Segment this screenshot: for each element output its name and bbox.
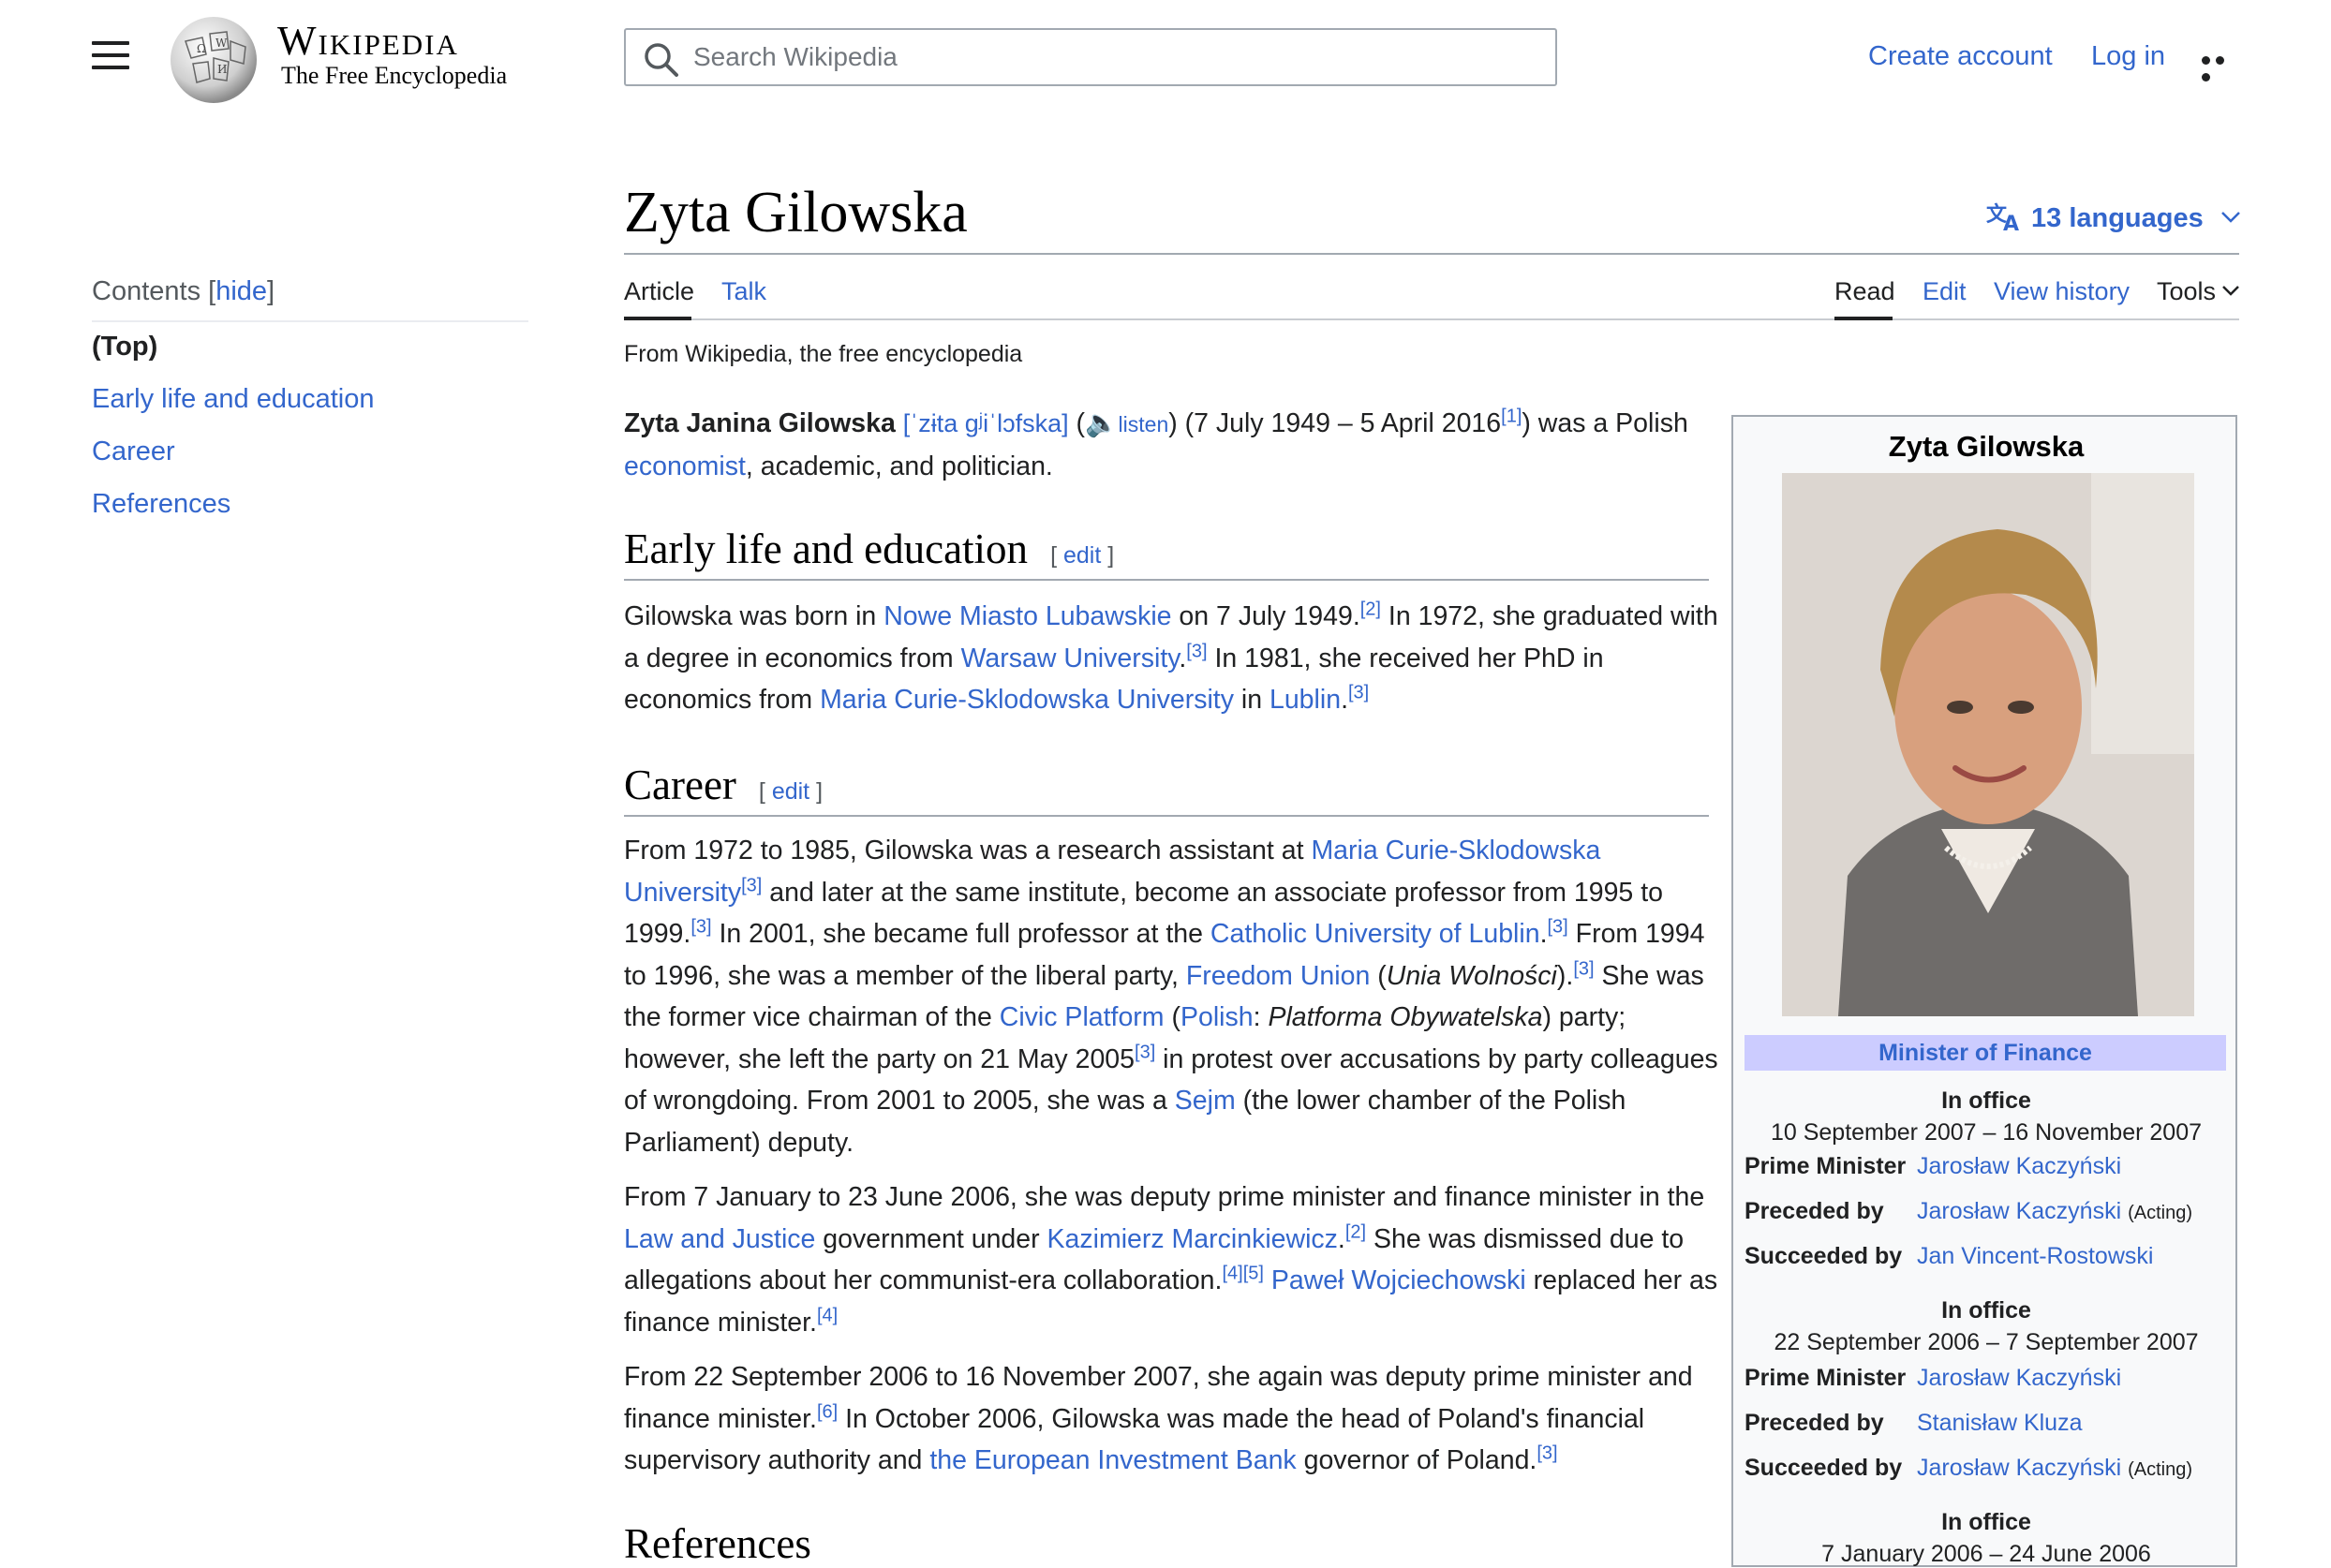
- in-office-label: In office: [1941, 1087, 2031, 1114]
- wikipedia-tagline: The Free Encyclopedia: [281, 62, 508, 89]
- in-office-label: In office: [1941, 1509, 2031, 1535]
- preceded-note: (Acting): [2128, 1203, 2192, 1223]
- preceded-label: Preceded by: [1745, 1410, 1884, 1436]
- section-divider: [624, 579, 1709, 581]
- title-divider: [624, 253, 2239, 255]
- toc-item-early-life[interactable]: Early life and education: [92, 384, 374, 415]
- toc-heading: Contents [hide]: [92, 276, 275, 306]
- pm-link[interactable]: Jarosław Kaczyński: [1917, 1153, 2121, 1180]
- search-input[interactable]: [693, 37, 1518, 77]
- preceded-label: Preceded by: [1745, 1198, 1884, 1224]
- tab-read-underline: [1834, 317, 1893, 320]
- mcsu-link[interactable]: Maria Curie-Sklodowska University: [820, 685, 1234, 715]
- wojciechowski-link[interactable]: Paweł Wojciechowski: [1271, 1265, 1526, 1295]
- section-title: Career: [624, 762, 736, 808]
- preceded-value: Jarosław Kaczyński (Acting): [1917, 1198, 2192, 1225]
- ipa-link[interactable]: [ˈzɨta ɡʲiˈlɔfska]: [903, 409, 1069, 437]
- succeeded-label: Succeeded by: [1745, 1455, 1903, 1481]
- svg-text:A: A: [2003, 213, 2019, 232]
- succeeded-label: Succeeded by: [1745, 1243, 1903, 1269]
- in-office-label: In office: [1941, 1297, 2031, 1324]
- translate-icon: 文 A: [1986, 202, 2019, 236]
- toc-title: Contents: [92, 276, 201, 306]
- infobox-title: Zyta Gilowska: [1888, 430, 2085, 463]
- section-edit-link[interactable]: edit: [1063, 542, 1101, 569]
- svg-text:И: И: [217, 63, 227, 76]
- toc-item-references[interactable]: References: [92, 489, 230, 520]
- lead-paragraph: Zyta Janina Gilowska [ˈzɨta ɡʲiˈlɔfska] …: [624, 406, 1688, 481]
- speaker-icon[interactable]: 🔈: [1085, 408, 1119, 438]
- tab-article-underline: [624, 317, 691, 320]
- page-title: Zyta Gilowska: [624, 181, 968, 244]
- marcinkiewicz-link[interactable]: Kazimierz Marcinkiewicz: [1047, 1224, 1338, 1254]
- succeeded-link[interactable]: Jan Vincent-Rostowski: [1917, 1243, 2153, 1270]
- toc-item-career[interactable]: Career: [92, 436, 175, 467]
- chevron-down-icon: [2220, 212, 2240, 223]
- polish-link[interactable]: Polish: [1180, 1002, 1254, 1032]
- toc-item-top[interactable]: (Top): [92, 332, 157, 362]
- pm-link[interactable]: Jarosław Kaczyński: [1917, 1365, 2121, 1392]
- section-title: Early life and education: [624, 525, 1029, 572]
- career-paragraph-2: From 7 January to 23 June 2006, she was …: [624, 1182, 1718, 1338]
- preceded-link[interactable]: Stanisław Kluza: [1917, 1410, 2082, 1437]
- law-and-justice-link[interactable]: Law and Justice: [624, 1224, 815, 1254]
- svg-text:W: W: [215, 37, 228, 50]
- tab-read[interactable]: Read: [1834, 277, 1895, 306]
- section-divider: [624, 815, 1709, 817]
- wikipedia-wordmark[interactable]: Wikipedia: [277, 17, 459, 65]
- chevron-down-icon: [2222, 286, 2239, 296]
- languages-label: 13 languages: [2031, 203, 2204, 233]
- succeeded-note: (Acting): [2128, 1459, 2192, 1480]
- eib-link[interactable]: the European Investment Bank: [929, 1445, 1296, 1475]
- tab-edit[interactable]: Edit: [1923, 277, 1967, 306]
- preceded-link[interactable]: Jarosław Kaczyński: [1917, 1198, 2121, 1224]
- early-life-paragraph: Gilowska was born in Nowe Miasto Lubawsk…: [624, 599, 1718, 716]
- succeeded-value: Jarosław Kaczyński (Acting): [1917, 1455, 2192, 1482]
- tab-view-history[interactable]: View history: [1994, 277, 2130, 306]
- create-account-link[interactable]: Create account: [1868, 41, 2053, 72]
- search-icon: [645, 43, 678, 77]
- section-edit-link[interactable]: edit: [772, 778, 809, 805]
- term-dates: 10 September 2007 – 16 November 2007: [1770, 1119, 2203, 1146]
- section-heading-career: Career[ edit ]: [624, 762, 824, 808]
- infobox: Zyta Gilowska Minister of Finance In off…: [1731, 415, 2237, 1567]
- catholic-university-link[interactable]: Catholic University of Lublin: [1210, 919, 1540, 949]
- term-dates: 22 September 2006 – 7 September 2007: [1774, 1329, 2199, 1355]
- term-dates: 7 January 2006 – 24 June 2006: [1821, 1541, 2151, 1567]
- listen-link[interactable]: listen: [1119, 412, 1169, 436]
- tab-article[interactable]: Article: [624, 277, 694, 306]
- lublin-link[interactable]: Lublin: [1269, 685, 1341, 715]
- more-options-icon[interactable]: [2202, 52, 2243, 81]
- tools-label: Tools: [2157, 277, 2217, 305]
- mcsu-link[interactable]: Maria Curie-Sklodowska University: [624, 836, 1600, 908]
- svg-text:Ω: Ω: [197, 42, 206, 55]
- search-box[interactable]: [624, 28, 1557, 86]
- pm-label: Prime Minister: [1745, 1153, 1907, 1179]
- tab-talk[interactable]: Talk: [721, 277, 766, 306]
- freedom-union-link[interactable]: Freedom Union: [1186, 961, 1370, 991]
- log-in-link[interactable]: Log in: [2091, 41, 2165, 72]
- career-paragraph-3: From 22 September 2006 to 16 November 20…: [624, 1362, 1693, 1475]
- tools-menu[interactable]: Tools: [2157, 277, 2240, 306]
- section-heading-references: References: [624, 1520, 811, 1567]
- career-paragraph-1: From 1972 to 1985, Gilowska was a resear…: [624, 836, 1718, 1158]
- toc-hide-link[interactable]: hide: [215, 276, 267, 306]
- section-heading-early-life: Early life and education[ edit ]: [624, 525, 1115, 572]
- main-menu-button[interactable]: [92, 41, 129, 75]
- site-tagline: From Wikipedia, the free encyclopedia: [624, 341, 1023, 367]
- sejm-link[interactable]: Sejm: [1175, 1086, 1236, 1116]
- toc-divider: [92, 320, 528, 322]
- civic-platform-link[interactable]: Civic Platform: [1000, 1002, 1165, 1032]
- tabs-divider: [624, 318, 2239, 320]
- economist-link[interactable]: economist: [624, 451, 746, 481]
- wikipedia-globe-logo[interactable]: Ω W И: [165, 13, 262, 105]
- language-selector[interactable]: 文 A 13 languages: [1986, 200, 2241, 236]
- portrait-photo[interactable]: [1782, 473, 2194, 1016]
- infobox-office-header[interactable]: Minister of Finance: [1745, 1035, 2226, 1071]
- warsaw-university-link[interactable]: Warsaw University: [961, 643, 1180, 673]
- nowe-miasto-link[interactable]: Nowe Miasto Lubawskie: [883, 601, 1171, 631]
- succeeded-link[interactable]: Jarosław Kaczyński: [1917, 1455, 2121, 1481]
- pm-label: Prime Minister: [1745, 1365, 1907, 1391]
